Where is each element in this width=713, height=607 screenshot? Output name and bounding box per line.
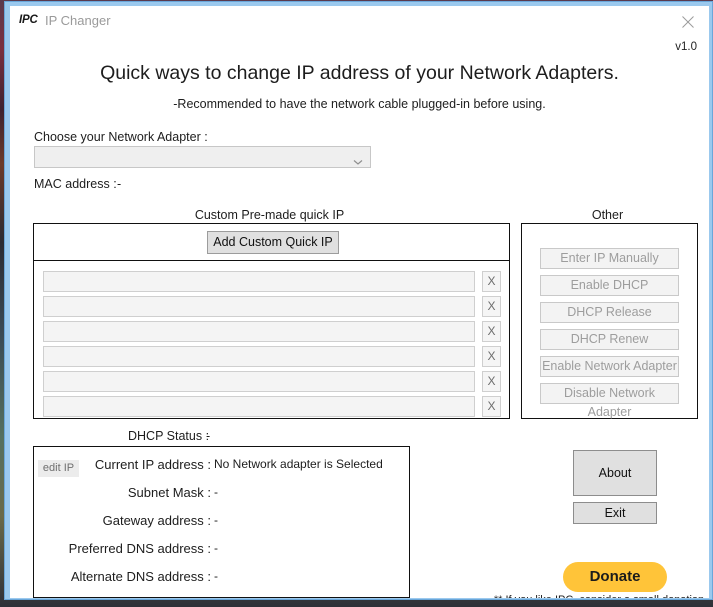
- subnet-mask-value: -: [214, 485, 218, 499]
- ip-info-row: Alternate DNS address : -: [34, 569, 409, 595]
- quick-ip-row: X: [43, 271, 501, 292]
- ip-info-row: Preferred DNS address : -: [34, 541, 409, 567]
- quick-ip-input[interactable]: [43, 396, 475, 417]
- quick-ip-row: X: [43, 396, 501, 417]
- about-button[interactable]: About: [573, 450, 657, 496]
- version-label: v1.0: [675, 41, 697, 53]
- dhcp-renew-button[interactable]: DHCP Renew: [540, 329, 679, 350]
- quick-ip-delete-button[interactable]: X: [482, 271, 501, 292]
- other-panel: Enter IP Manually Enable DHCP DHCP Relea…: [521, 223, 698, 419]
- title-bar: IPC IP Changer: [10, 6, 709, 37]
- other-panel-caption: Other: [591, 208, 624, 222]
- quick-ip-row: X: [43, 371, 501, 392]
- current-ip-label: Current IP address :: [94, 457, 211, 472]
- ip-information-panel: edit IP Current IP address : No Network …: [33, 446, 410, 598]
- donate-note: ** If you like IPC, consider a small don…: [490, 594, 708, 598]
- app-window: IPC IP Changer v1.0 Quick ways to change…: [4, 1, 713, 600]
- subnet-mask-label: Subnet Mask :: [127, 485, 211, 500]
- enable-dhcp-button[interactable]: Enable DHCP: [540, 275, 679, 296]
- quick-ip-input[interactable]: [43, 321, 475, 342]
- window-title: IP Changer: [45, 13, 111, 28]
- app-logo: IPC: [19, 14, 38, 26]
- custom-quick-ip-caption: Custom Pre-made quick IP: [194, 208, 345, 222]
- close-glyph: [682, 16, 694, 28]
- ip-info-row: Gateway address : -: [34, 513, 409, 539]
- alternate-dns-label: Alternate DNS address :: [70, 569, 211, 584]
- donate-button[interactable]: Donate: [563, 562, 667, 592]
- quick-ip-delete-button[interactable]: X: [482, 321, 501, 342]
- adapter-label: Choose your Network Adapter :: [34, 130, 208, 144]
- chevron-glyph: [353, 160, 363, 165]
- custom-quick-ip-panel: Add Custom Quick IP X X X X X X: [33, 223, 510, 419]
- ip-info-row: Current IP address : No Network adapter …: [34, 457, 409, 483]
- quick-ip-row: X: [43, 321, 501, 342]
- gateway-address-label: Gateway address :: [102, 513, 211, 528]
- close-icon[interactable]: [673, 10, 703, 32]
- quick-ip-input[interactable]: [43, 296, 475, 317]
- mac-address-value: -: [117, 177, 122, 191]
- dhcp-status-label: DHCP Status :: [128, 429, 210, 443]
- quick-ip-delete-button[interactable]: X: [482, 296, 501, 317]
- page-title: Quick ways to change IP address of your …: [100, 62, 619, 84]
- custom-quick-ip-header: Add Custom Quick IP: [34, 224, 509, 261]
- disable-network-adapter-button[interactable]: Disable Network Adapter: [540, 383, 679, 419]
- quick-ip-delete-button[interactable]: X: [482, 371, 501, 392]
- dhcp-release-button[interactable]: DHCP Release: [540, 302, 679, 323]
- gateway-address-value: -: [214, 513, 218, 527]
- add-custom-quick-ip-button[interactable]: Add Custom Quick IP: [207, 231, 339, 254]
- ip-info-row: Subnet Mask : -: [34, 485, 409, 511]
- quick-ip-delete-button[interactable]: X: [482, 346, 501, 367]
- dhcp-status-value: -: [206, 429, 211, 443]
- preferred-dns-label: Preferred DNS address :: [68, 541, 211, 556]
- enter-ip-manually-button[interactable]: Enter IP Manually: [540, 248, 679, 269]
- current-ip-value: No Network adapter is Selected: [214, 457, 383, 471]
- quick-ip-row: X: [43, 296, 501, 317]
- chevron-down-icon: [353, 153, 363, 171]
- window-client-area: IPC IP Changer v1.0 Quick ways to change…: [10, 6, 709, 598]
- exit-button[interactable]: Exit: [573, 502, 657, 524]
- quick-ip-input[interactable]: [43, 346, 475, 367]
- quick-ip-input[interactable]: [43, 271, 475, 292]
- quick-ip-row: X: [43, 346, 501, 367]
- enable-network-adapter-button[interactable]: Enable Network Adapter: [540, 356, 679, 377]
- quick-ip-input[interactable]: [43, 371, 475, 392]
- quick-ip-delete-button[interactable]: X: [482, 396, 501, 417]
- mac-address-label: MAC address :: [34, 177, 117, 191]
- preferred-dns-value: -: [214, 541, 218, 555]
- network-adapter-dropdown[interactable]: [34, 146, 371, 168]
- alternate-dns-value: -: [214, 569, 218, 583]
- page-subtitle: -Recommended to have the network cable p…: [173, 97, 546, 111]
